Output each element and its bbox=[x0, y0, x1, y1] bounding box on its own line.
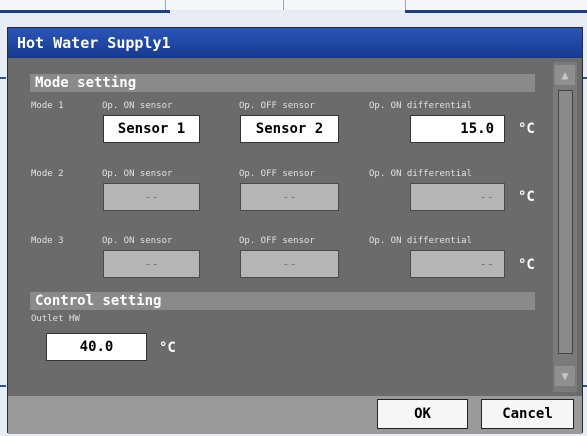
background-tick bbox=[0, 385, 6, 387]
on-differential-label: Op. ON differential bbox=[369, 101, 472, 111]
mode1-on-sensor-field[interactable]: Sensor 1 bbox=[103, 115, 200, 143]
on-differential-label: Op. ON differential bbox=[369, 236, 472, 246]
hot-water-supply-dialog: Hot Water Supply1 Mode setting Mode 1 Op… bbox=[7, 27, 583, 434]
unit-celsius: °C bbox=[518, 121, 535, 137]
unit-celsius: °C bbox=[159, 340, 176, 356]
mode2-off-sensor-field: -- bbox=[240, 183, 339, 211]
mode1-off-sensor-field[interactable]: Sensor 2 bbox=[240, 115, 339, 143]
scroll-track[interactable] bbox=[558, 90, 573, 354]
mode2-on-sensor-field: -- bbox=[103, 183, 200, 211]
vertical-scrollbar[interactable]: ▲ ▼ bbox=[553, 62, 577, 392]
scroll-down-icon[interactable]: ▼ bbox=[555, 366, 575, 386]
dialog-title: Hot Water Supply1 bbox=[8, 28, 582, 58]
mode1-differential-field[interactable]: 15.0 bbox=[410, 115, 505, 143]
mode-setting-header: Mode setting bbox=[30, 74, 535, 92]
unit-celsius: °C bbox=[518, 257, 535, 273]
outlet-hw-label: Outlet HW bbox=[31, 314, 80, 324]
outlet-hw-field[interactable]: 40.0 bbox=[46, 333, 147, 361]
off-sensor-label: Op. OFF sensor bbox=[239, 101, 315, 111]
scroll-up-icon[interactable]: ▲ bbox=[555, 65, 575, 85]
dialog-content: Mode setting Mode 1 Op. ON sensor Op. OF… bbox=[21, 62, 549, 392]
off-sensor-label: Op. OFF sensor bbox=[239, 236, 315, 246]
off-sensor-label: Op. OFF sensor bbox=[239, 169, 315, 179]
on-sensor-label: Op. ON sensor bbox=[102, 169, 173, 179]
mode3-differential-field: -- bbox=[410, 250, 505, 278]
background-tick bbox=[0, 77, 6, 79]
dialog-footer: OK Cancel bbox=[8, 396, 582, 434]
ok-button[interactable]: OK bbox=[377, 399, 468, 429]
on-sensor-label: Op. ON sensor bbox=[102, 101, 173, 111]
mode3-off-sensor-field: -- bbox=[240, 250, 339, 278]
unit-celsius: °C bbox=[518, 189, 535, 205]
control-setting-header: Control setting bbox=[30, 292, 535, 310]
on-sensor-label: Op. ON sensor bbox=[102, 236, 173, 246]
cancel-button[interactable]: Cancel bbox=[481, 399, 574, 429]
background-divider bbox=[0, 10, 170, 13]
mode3-on-sensor-field: -- bbox=[103, 250, 200, 278]
mode2-differential-field: -- bbox=[410, 183, 505, 211]
mode-label: Mode 3 bbox=[31, 236, 64, 246]
background-window-strip bbox=[0, 0, 587, 10]
mode-label: Mode 2 bbox=[31, 169, 64, 179]
background-divider bbox=[405, 10, 587, 13]
on-differential-label: Op. ON differential bbox=[369, 169, 472, 179]
mode-label: Mode 1 bbox=[31, 101, 64, 111]
